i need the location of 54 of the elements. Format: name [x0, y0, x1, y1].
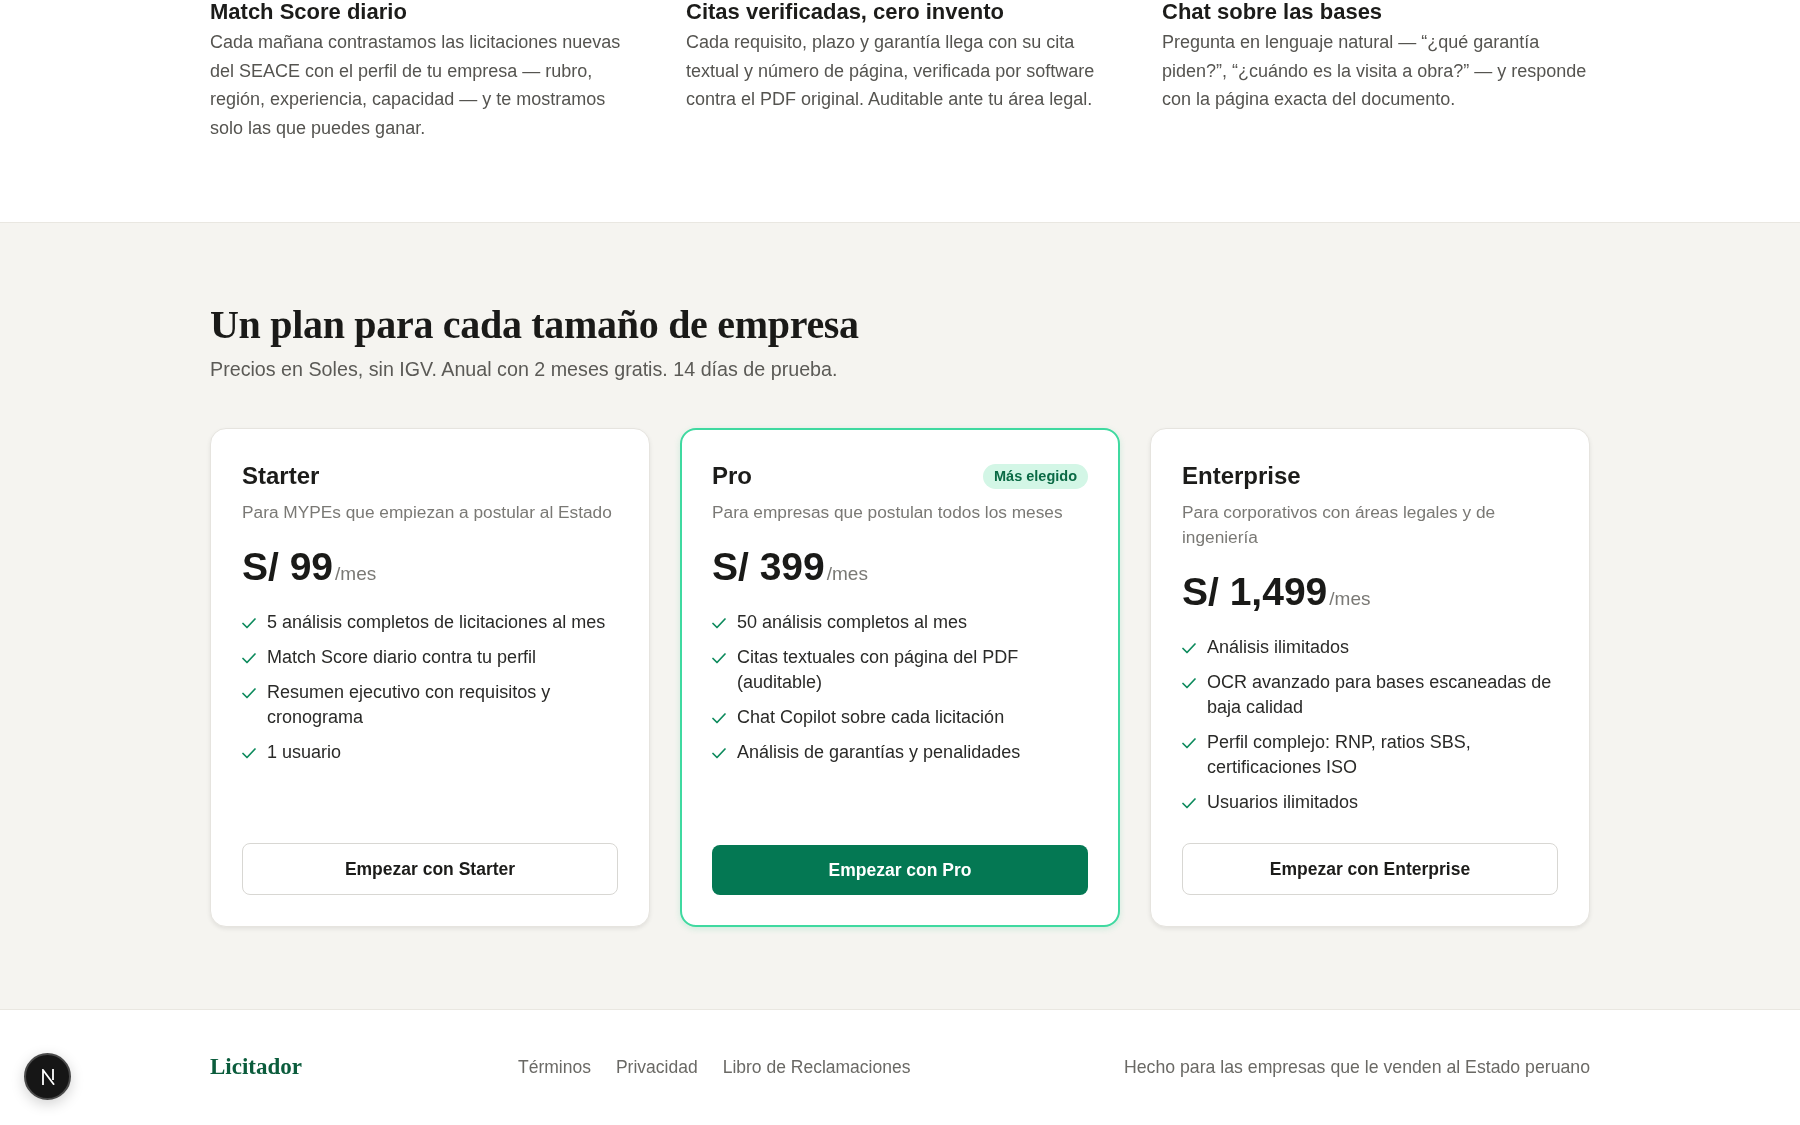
footer-logo: Licitador — [210, 1054, 303, 1080]
check-icon — [1182, 738, 1196, 749]
feature-description: Cada requisito, plazo y garantía llega con su cita textual y número de página, verificada por software contra el PDF original. Auditable ante tu área legal. — [686, 31, 1096, 112]
feature-title: Match Score diario — [210, 0, 408, 24]
plan-name: Starter — [242, 461, 320, 491]
plan-feature: Chat Copilot sobre cada licitación — [737, 706, 1005, 729]
check-icon — [712, 653, 726, 664]
footer-tagline: Hecho para las empresas que le venden al Estado peruano — [1123, 1056, 1590, 1078]
price-period: /mes — [826, 563, 868, 585]
start-plan-button[interactable]: Empezar con Enterprise — [1182, 843, 1558, 895]
check-icon — [1182, 643, 1196, 654]
plan-feature: OCR avanzado para bases escaneadas de baja calidad — [1207, 671, 1553, 719]
check-icon — [712, 618, 726, 629]
start-plan-button[interactable]: Empezar con Pro — [712, 845, 1088, 895]
start-plan-button[interactable]: Empezar con Starter — [242, 843, 618, 895]
plan-feature: 50 análisis completos al mes — [737, 611, 968, 634]
plan-feature: Match Score diario contra tu perfil — [267, 646, 537, 669]
price-period: /mes — [335, 563, 377, 585]
popular-badge: Más elegido — [983, 463, 1088, 489]
plan-feature: Usuarios ilimitados — [1207, 791, 1359, 814]
footer-link[interactable]: Términos — [518, 1056, 591, 1078]
plan-feature: Análisis de garantías y penalidades — [737, 741, 1021, 764]
plan-name: Enterprise — [1182, 461, 1301, 491]
check-icon — [712, 748, 726, 759]
price-period: /mes — [1329, 588, 1371, 610]
section-heading: Un plan para cada tamaño de empresa — [210, 302, 860, 348]
logo-icon — [39, 1068, 56, 1085]
plan-price: S/ 399 — [712, 544, 825, 590]
check-icon — [242, 618, 256, 629]
footer-link[interactable]: Libro de Reclamaciones — [722, 1056, 911, 1078]
plan-feature: 5 análisis completos de licitaciones al mes — [267, 611, 606, 634]
plan-description: Para MYPEs que empiezan a postular al Estado — [242, 501, 613, 524]
plan-name: Pro — [712, 461, 752, 491]
check-icon — [242, 748, 256, 759]
plan-feature: Análisis ilimitados — [1207, 636, 1350, 659]
plan-feature: Resumen ejecutivo con requisitos y cronograma — [267, 681, 552, 729]
plan-feature: Citas textuales con página del PDF (auditable) — [737, 646, 1020, 694]
plan-feature: 1 usuario — [267, 741, 342, 764]
plan-description: Para empresas que postulan todos los meses — [712, 501, 1064, 524]
feature-title: Chat sobre las bases — [1162, 0, 1384, 24]
plan-price: S/ 1,499 — [1182, 569, 1328, 615]
check-icon — [242, 653, 256, 664]
check-icon — [1182, 678, 1196, 689]
feature-title: Citas verificadas, cero invento — [686, 0, 1005, 24]
footer-link[interactable]: Privacidad — [615, 1056, 698, 1078]
feature-description: Pregunta en lenguaje natural — “¿qué garantía piden?”, “¿cuándo es la visita a obra?” — y responde con la página exacta del documento. — [1162, 31, 1588, 112]
check-icon — [1182, 798, 1196, 809]
feature-description: Cada mañana contrastamos las licitaciones nuevas del SEACE con el perfil de tu empresa — rubro, región, experiencia, capacidad — y te mostramos solo las que puedes ganar. — [210, 31, 622, 140]
check-icon — [242, 688, 256, 699]
section-subtitle: Precios en Soles, sin IGV. Anual con 2 meses gratis. 14 días de prueba. — [210, 357, 839, 382]
plan-description: Para corporativos con áreas legales y de ingeniería — [1182, 501, 1497, 549]
plan-price: S/ 99 — [242, 544, 334, 590]
plan-feature: Perfil complejo: RNP, ratios SBS, certificaciones ISO — [1207, 731, 1472, 779]
check-icon — [712, 713, 726, 724]
